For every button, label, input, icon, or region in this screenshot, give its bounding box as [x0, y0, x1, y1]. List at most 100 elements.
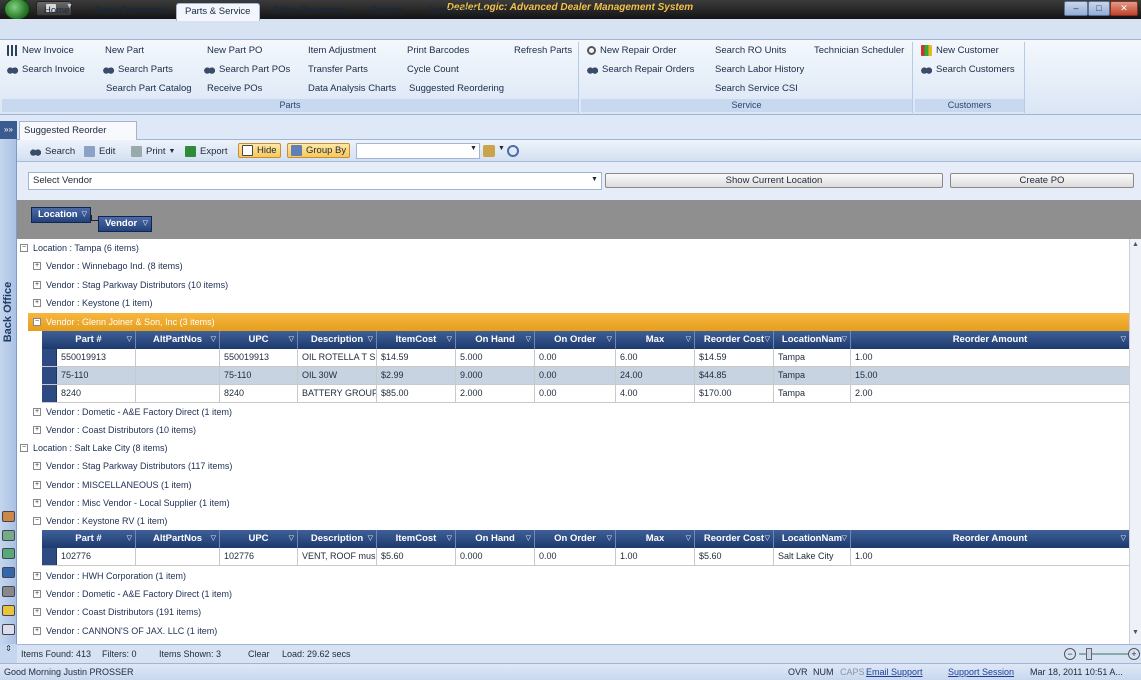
group-row-vendor[interactable]: + Vendor : Stag Parkway Distributors (117…	[33, 457, 232, 475]
close-window-button[interactable]: ✕	[1110, 1, 1138, 16]
group-row-vendor[interactable]: − Vendor : Keystone RV (1 item)	[33, 512, 167, 530]
tab-home[interactable]: Home	[36, 3, 77, 21]
group-row-vendor-selected[interactable]: − Vendor : Glenn Joiner & Son, Inc (3 ite…	[28, 313, 1129, 331]
filter-icon[interactable]: ▽	[211, 530, 216, 547]
cell-alt-part-nos[interactable]	[136, 385, 220, 402]
group-row-vendor[interactable]: + Vendor : Keystone (1 item)	[33, 294, 153, 312]
scroll-up-icon[interactable]: ▲	[1132, 241, 1139, 248]
cell-reorder-amount[interactable]: 15.00	[851, 367, 1129, 384]
expand-icon[interactable]: +	[33, 262, 41, 270]
filter-icon[interactable]: ▽	[127, 331, 132, 348]
cell-reorder-amount[interactable]: 1.00	[851, 349, 1129, 366]
sidebar-module-icon[interactable]	[2, 624, 15, 635]
group-row-vendor[interactable]: + Vendor : CANNON'S OF JAX. LLC (1 item)	[33, 622, 217, 640]
sidebar-module-icon[interactable]	[2, 567, 15, 578]
create-po-button[interactable]: Create PO	[950, 173, 1134, 188]
cell-on-hand[interactable]: 0.000	[456, 548, 535, 565]
group-chip-vendor[interactable]: Vendor ▽	[98, 216, 152, 232]
tab-office-operations[interactable]: Office Operations	[265, 3, 355, 21]
layout-settings-icon[interactable]	[483, 145, 495, 157]
cell-on-hand[interactable]: 5.000	[456, 349, 535, 366]
filter-icon[interactable]: ▽	[447, 331, 452, 348]
cycle-count-button[interactable]: Cycle Count	[407, 61, 459, 78]
search-repair-orders-button[interactable]: Search Repair Orders	[587, 61, 694, 78]
cell-upc[interactable]: 550019913	[220, 349, 298, 366]
search-customers-button[interactable]: Search Customers	[921, 61, 1015, 78]
cell-on-order[interactable]: 0.00	[535, 385, 616, 402]
column-header-location-name[interactable]: LocationNam ▽	[774, 530, 851, 548]
filter-icon[interactable]: ▽	[526, 331, 531, 348]
cell-description[interactable]: VENT, ROOF mus	[298, 548, 377, 565]
column-header-item-cost[interactable]: ItemCost ▽	[377, 530, 456, 548]
collapse-icon[interactable]: −	[20, 444, 28, 452]
filter-icon[interactable]: ▽	[289, 331, 294, 348]
cell-description[interactable]: OIL 30W	[298, 367, 377, 384]
expand-icon[interactable]: +	[33, 481, 41, 489]
sidebar-module-icon[interactable]	[2, 548, 15, 559]
filter-icon[interactable]: ▽	[686, 331, 691, 348]
cell-on-hand[interactable]: 2.000	[456, 385, 535, 402]
column-header-location-name[interactable]: LocationNam ▽	[774, 331, 851, 349]
search-parts-button[interactable]: Search Parts	[103, 61, 173, 78]
vendor-select[interactable]: Select Vendor	[28, 172, 602, 190]
column-header-reorder-amount[interactable]: Reorder Amount ▽	[851, 331, 1129, 349]
row-selector[interactable]	[42, 349, 57, 366]
group-row-vendor[interactable]: + Vendor : Stag Parkway Distributors (10 …	[33, 276, 228, 294]
table-row-selected[interactable]: 75-110 75-110 OIL 30W $2.99 9.000 0.00 2…	[42, 367, 1129, 385]
search-part-pos-button[interactable]: Search Part POs	[204, 61, 290, 78]
filter-icon[interactable]: ▽	[289, 530, 294, 547]
group-row-vendor[interactable]: + Vendor : HWH Corporation (1 item)	[33, 567, 186, 585]
group-row-vendor[interactable]: + Vendor : Dometic - A&E Factory Direct (…	[33, 585, 232, 603]
column-header-reorder-amount[interactable]: Reorder Amount ▽	[851, 530, 1129, 548]
filter-icon[interactable]: ▽	[607, 331, 612, 348]
group-row-location[interactable]: − Location : Salt Lake City (8 items)	[20, 439, 168, 457]
zoom-slider-thumb[interactable]	[1086, 648, 1092, 660]
refresh-icon[interactable]	[507, 145, 519, 157]
filter-icon[interactable]: ▽	[607, 530, 612, 547]
cell-on-order[interactable]: 0.00	[535, 349, 616, 366]
group-row-vendor[interactable]: + Vendor : Misc Vendor - Local Supplier (…	[33, 494, 230, 512]
column-header-on-order[interactable]: On Order ▽	[535, 331, 616, 349]
cell-part-number[interactable]: 102776	[57, 548, 136, 565]
sidebar-module-icon[interactable]	[2, 530, 15, 541]
expand-icon[interactable]: +	[33, 281, 41, 289]
edit-button[interactable]: Edit	[84, 144, 115, 159]
cell-description[interactable]: OIL ROTELLA T S	[298, 349, 377, 366]
cell-item-cost[interactable]: $2.99	[377, 367, 456, 384]
cell-reorder-cost[interactable]: $44.85	[695, 367, 774, 384]
filter-icon[interactable]: ▽	[82, 208, 87, 222]
cell-item-cost[interactable]: $5.60	[377, 548, 456, 565]
search-labor-history-button[interactable]: Search Labor History	[715, 61, 804, 78]
group-row-location[interactable]: − Location : Tampa (6 items)	[20, 239, 139, 257]
group-row-vendor[interactable]: + Vendor : Dometic - A&E Factory Direct (…	[33, 403, 232, 421]
cell-alt-part-nos[interactable]	[136, 548, 220, 565]
expand-icon[interactable]: +	[33, 627, 41, 635]
expand-icon[interactable]: +	[33, 299, 41, 307]
cell-on-order[interactable]: 0.00	[535, 367, 616, 384]
column-header-max[interactable]: Max ▽	[616, 530, 695, 548]
collapse-icon[interactable]: −	[33, 318, 41, 326]
cell-part-number[interactable]: 75-110	[57, 367, 136, 384]
row-selector[interactable]	[42, 385, 57, 402]
column-header-on-hand[interactable]: On Hand ▽	[456, 530, 535, 548]
cell-max[interactable]: 4.00	[616, 385, 695, 402]
hide-toggle-button[interactable]: Hide	[238, 143, 281, 158]
group-row-vendor[interactable]: + Vendor : MISCELLANEOUS (1 item)	[33, 476, 192, 494]
chevron-down-icon[interactable]: ▼	[470, 145, 477, 152]
filter-icon[interactable]: ▽	[526, 530, 531, 547]
expand-icon[interactable]: +	[33, 426, 41, 434]
tab-system-setup[interactable]: System Setup	[420, 3, 495, 21]
collapse-icon[interactable]: −	[20, 244, 28, 252]
cell-alt-part-nos[interactable]	[136, 367, 220, 384]
sidebar-module-icon[interactable]	[2, 586, 15, 597]
new-repair-order-button[interactable]: New Repair Order	[587, 42, 677, 59]
expand-icon[interactable]: +	[33, 408, 41, 416]
new-invoice-button[interactable]: New Invoice	[7, 42, 74, 59]
filter-icon[interactable]: ▽	[765, 530, 770, 547]
zoom-out-icon[interactable]: −	[1064, 648, 1076, 660]
layout-dropdown-icon[interactable]: ▼	[498, 145, 505, 152]
group-chip-location[interactable]: Location ▽	[31, 207, 91, 223]
column-header-part-number[interactable]: Part # ▽	[42, 530, 136, 548]
filter-icon[interactable]: ▽	[127, 530, 132, 547]
cell-description[interactable]: BATTERY GROUP	[298, 385, 377, 402]
